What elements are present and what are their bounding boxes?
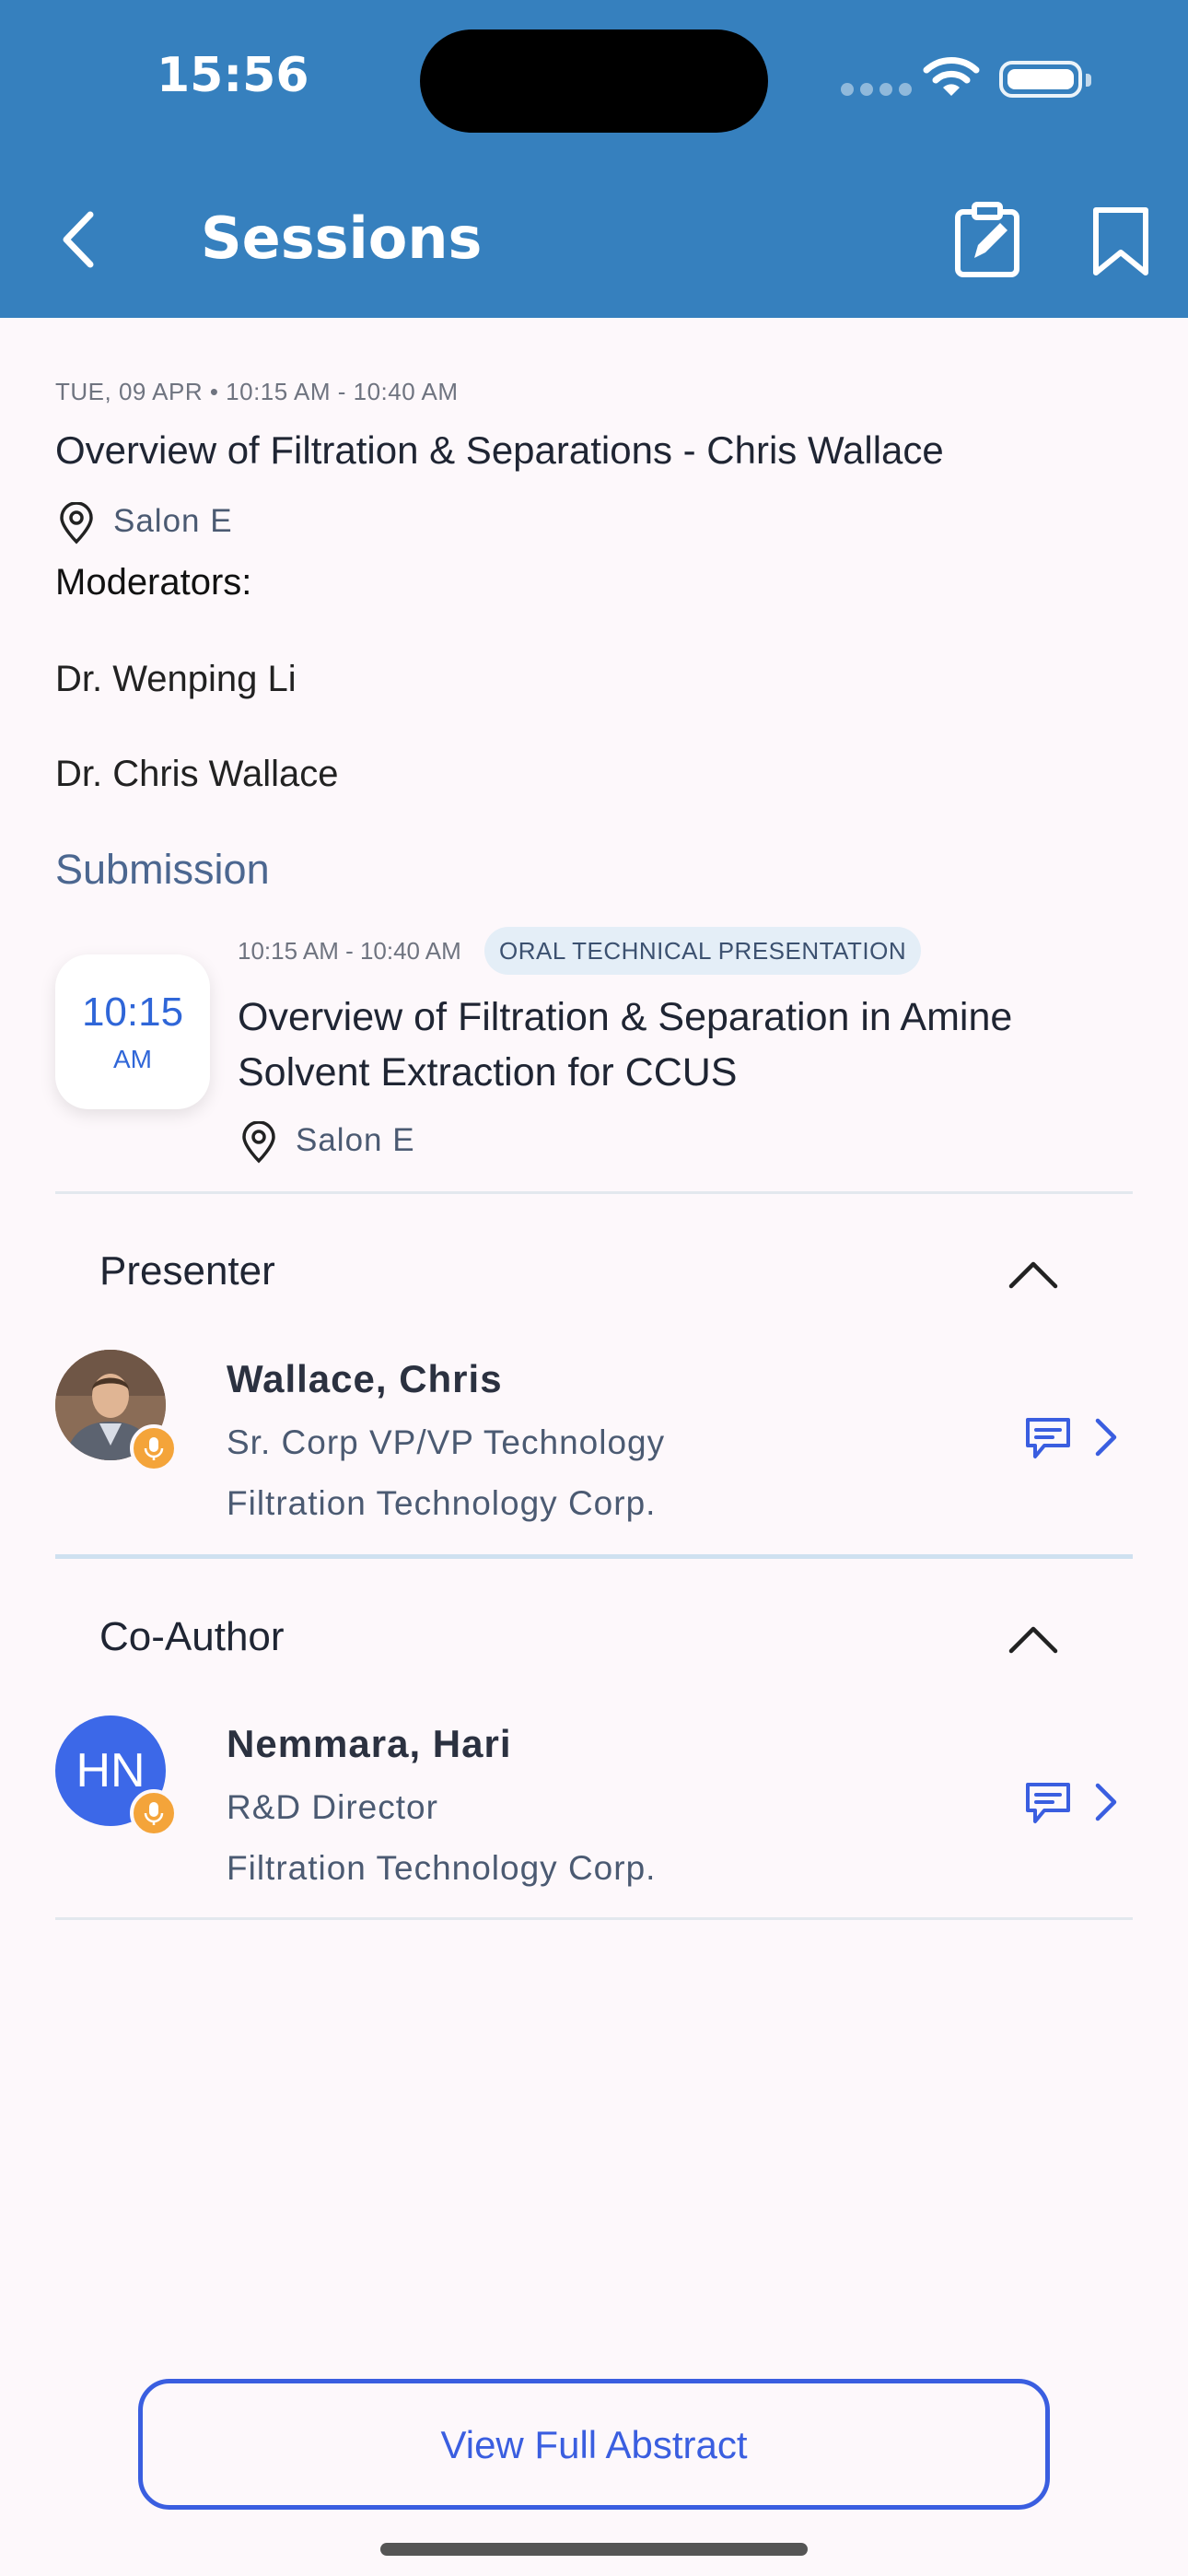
- submission-time-range: 10:15 AM - 10:40 AM: [238, 937, 461, 965]
- status-time: 15:56: [157, 48, 309, 103]
- card-hour: 10:15: [81, 989, 184, 1035]
- location-pin-icon: [242, 1121, 275, 1164]
- session-title: Overview of Filtration & Separations - C…: [55, 428, 944, 472]
- collapse-presenter-button[interactable]: [1007, 1257, 1059, 1290]
- microphone-badge-icon: [130, 1424, 178, 1472]
- divider: [55, 1917, 1133, 1920]
- submission-title[interactable]: Solvent Extraction for CCUS: [238, 1050, 737, 1095]
- divider: [55, 1554, 1133, 1559]
- presenter-section-title: Presenter: [99, 1248, 275, 1294]
- chevron-right-icon[interactable]: [1092, 1782, 1120, 1822]
- edit-note-button[interactable]: [952, 201, 1024, 278]
- dynamic-island: [420, 29, 768, 133]
- session-date-time: TUE, 09 APR • 10:15 AM - 10:40 AM: [55, 378, 459, 405]
- back-button[interactable]: [53, 207, 109, 272]
- chevron-right-icon[interactable]: [1092, 1417, 1120, 1458]
- moderator-name: Dr. Chris Wallace: [55, 754, 339, 794]
- moderators-label: Moderators:: [55, 562, 252, 603]
- view-full-abstract-button[interactable]: View Full Abstract: [138, 2379, 1050, 2510]
- presentation-type-badge: ORAL TECHNICAL PRESENTATION: [484, 927, 922, 975]
- moderator-name: Dr. Wenping Li: [55, 659, 297, 699]
- cellular-signal-icon: [841, 83, 912, 96]
- location-pin-icon: [60, 502, 93, 544]
- message-presenter-button[interactable]: [1022, 1414, 1074, 1462]
- home-indicator[interactable]: [380, 2543, 808, 2556]
- coauthor-organization: Filtration Technology Corp.: [227, 1849, 657, 1887]
- page-title: Sessions: [201, 205, 483, 272]
- presenter-organization: Filtration Technology Corp.: [227, 1484, 657, 1522]
- presenter-role: Sr. Corp VP/VP Technology: [227, 1423, 666, 1461]
- bookmark-button[interactable]: [1089, 205, 1153, 278]
- presenter-name[interactable]: Wallace, Chris: [227, 1357, 503, 1401]
- battery-icon: [999, 61, 1091, 98]
- collapse-coauthor-button[interactable]: [1007, 1622, 1059, 1655]
- wifi-icon: [923, 57, 980, 96]
- submission-location: Salon E: [296, 1122, 415, 1158]
- session-location: Salon E: [113, 503, 233, 539]
- coauthor-role: R&D Director: [227, 1788, 438, 1826]
- coauthor-name[interactable]: Nemmara, Hari: [227, 1722, 511, 1766]
- message-coauthor-button[interactable]: [1022, 1779, 1074, 1827]
- coauthor-section-title: Co-Author: [99, 1614, 285, 1659]
- microphone-badge-icon: [130, 1789, 178, 1837]
- submission-time-card: 10:15 AM: [55, 954, 210, 1109]
- submission-title[interactable]: Overview of Filtration & Separation in A…: [238, 995, 1012, 1040]
- card-ampm: AM: [113, 1045, 152, 1073]
- divider: [55, 1191, 1133, 1194]
- submission-heading: Submission: [55, 846, 270, 893]
